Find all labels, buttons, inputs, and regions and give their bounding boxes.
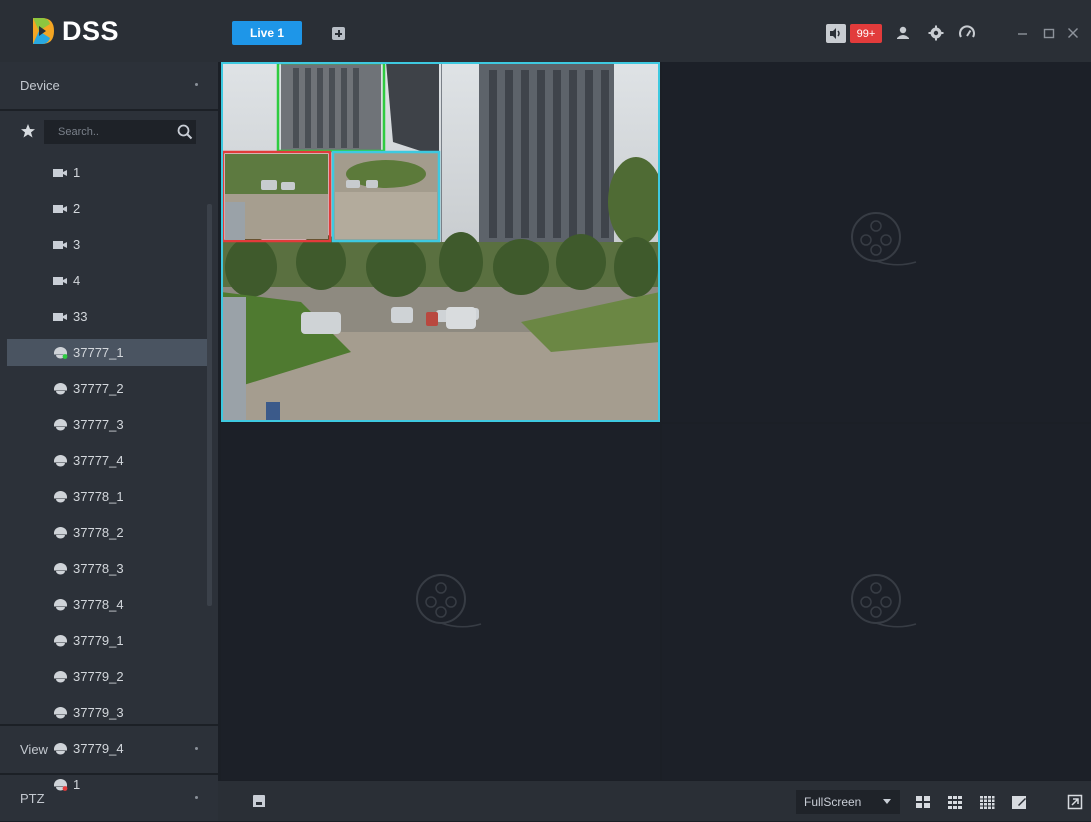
alarm-count-badge[interactable]: 99+	[850, 24, 882, 43]
video-cell-4[interactable]	[662, 424, 1091, 780]
favorites-star-icon[interactable]	[20, 123, 36, 144]
speed-dashboard-icon[interactable]	[958, 24, 976, 42]
tree-item-label: 37779_1	[73, 633, 124, 648]
tree-item-camera[interactable]: 2	[0, 195, 200, 222]
dome-camera-icon	[54, 419, 67, 431]
tree-item-dome[interactable]: 37777_2	[0, 375, 200, 402]
volume-button[interactable]	[826, 24, 846, 43]
dome-camera-icon	[54, 671, 67, 683]
sidebar-scrollbar[interactable]	[207, 204, 212, 606]
camera-icon	[53, 241, 67, 249]
expand-indicator-icon	[195, 747, 198, 750]
dss-logo-icon	[33, 18, 54, 44]
add-tab-icon[interactable]	[332, 27, 345, 40]
tree-item-label: 37778_4	[73, 597, 124, 612]
maximize-icon[interactable]	[1040, 24, 1058, 42]
camera-icon	[53, 313, 67, 321]
fullscreen-label: FullScreen	[804, 795, 862, 809]
save-view-icon[interactable]	[251, 793, 267, 809]
tree-item-label: 37777_2	[73, 381, 124, 396]
dome-camera-icon	[54, 635, 67, 647]
fullscreen-expand-icon[interactable]	[1066, 793, 1084, 811]
dome-camera-icon	[54, 527, 67, 539]
fullscreen-dropdown[interactable]: FullScreen	[796, 790, 900, 814]
user-icon[interactable]	[894, 24, 912, 42]
tree-item-dome[interactable]: 37778_4	[0, 591, 200, 618]
minimize-icon[interactable]	[1014, 24, 1032, 42]
camera-icon	[53, 169, 67, 177]
section-ptz-label: PTZ	[20, 791, 45, 806]
tree-item-label: 1	[73, 165, 81, 180]
dome-camera-icon	[54, 491, 67, 503]
tree-item-dome[interactable]: 37779_1	[0, 627, 200, 654]
collapse-indicator-icon	[195, 83, 198, 86]
empty-video-reel-icon	[851, 574, 917, 628]
edit-layout-icon[interactable]	[1010, 793, 1028, 811]
speaker-icon	[830, 28, 840, 39]
search-icon[interactable]	[176, 123, 194, 141]
tree-item-dome[interactable]: 37779_3	[0, 699, 200, 726]
empty-video-reel-icon	[416, 574, 482, 628]
tree-item-dome[interactable]: 37779_2	[0, 663, 200, 690]
tree-item-camera[interactable]: 3	[0, 231, 200, 258]
tree-item-dome[interactable]: 37777_3	[0, 411, 200, 438]
section-ptz[interactable]: PTZ	[0, 775, 218, 822]
tree-item-label: 4	[73, 273, 81, 288]
tree-item-dome[interactable]: 37778_2	[0, 519, 200, 546]
tree-item-dome[interactable]: 37778_1	[0, 483, 200, 510]
layout-2x2-icon[interactable]	[914, 793, 932, 811]
tree-item-label: 37777_4	[73, 453, 124, 468]
tab-live-1[interactable]: Live 1	[232, 21, 302, 45]
dome-camera-icon	[54, 383, 67, 395]
tree-item-dome[interactable]: 37778_3	[0, 555, 200, 582]
tree-item-selected[interactable]: 37777_1	[7, 339, 207, 366]
video-cell-3[interactable]	[221, 424, 660, 780]
tree-item-label: 37778_3	[73, 561, 124, 576]
layout-3x3-icon[interactable]	[946, 793, 964, 811]
dome-camera-icon	[54, 599, 67, 611]
search-input[interactable]	[44, 120, 196, 144]
section-device-label: Device	[20, 78, 60, 93]
dome-camera-icon	[54, 455, 67, 467]
dome-camera-icon	[54, 707, 67, 719]
app-logo: DSS	[30, 14, 119, 48]
camera-icon	[53, 205, 67, 213]
tree-item-label: 37778_2	[73, 525, 124, 540]
dome-camera-online-icon	[54, 347, 68, 359]
chevron-down-icon	[883, 799, 891, 804]
dome-camera-icon	[54, 563, 67, 575]
app-title: DSS	[62, 15, 120, 46]
video-cell-1[interactable]	[221, 62, 660, 422]
tree-item-label: 3	[73, 237, 81, 252]
tree-item-label: 37777_3	[73, 417, 124, 432]
video-cell-2[interactable]	[662, 62, 1091, 422]
device-tree: 1 2 3 4 33 37777_1 37777_2 37777_3 37777…	[0, 159, 207, 807]
section-view[interactable]: View	[0, 726, 218, 773]
tree-item-label: 37778_1	[73, 489, 124, 504]
close-icon[interactable]	[1064, 24, 1082, 42]
tree-item-label: 37779_3	[73, 705, 124, 720]
settings-gear-icon[interactable]	[927, 24, 945, 42]
tree-item-label: 37777_1	[73, 345, 124, 360]
section-device[interactable]: Device	[0, 62, 218, 109]
expand-indicator-icon	[195, 796, 198, 799]
tree-item-label: 2	[73, 201, 81, 216]
layout-4x4-icon[interactable]	[978, 793, 996, 811]
camera-icon	[53, 277, 67, 285]
tree-item-camera[interactable]: 4	[0, 267, 200, 294]
tree-item-camera[interactable]: 1	[0, 159, 200, 186]
tree-item-label: 37779_2	[73, 669, 124, 684]
tree-item-label: 33	[73, 309, 88, 324]
tree-item-dome[interactable]: 37777_4	[0, 447, 200, 474]
empty-video-reel-icon	[851, 212, 917, 266]
section-view-label: View	[20, 742, 48, 757]
divider	[0, 109, 218, 111]
tree-item-camera[interactable]: 33	[0, 303, 200, 330]
camera-feed-image	[221, 62, 660, 422]
